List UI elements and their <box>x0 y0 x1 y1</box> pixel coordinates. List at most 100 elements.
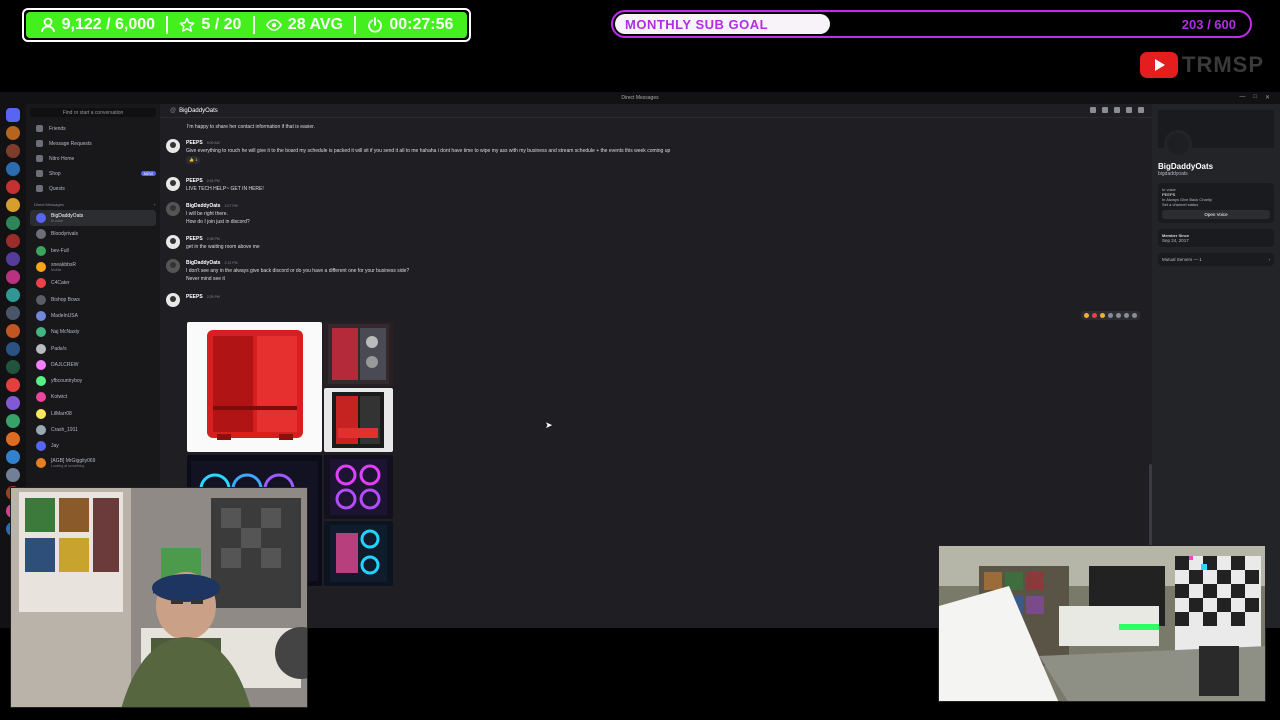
server-icon[interactable] <box>6 180 20 194</box>
avatar[interactable] <box>166 259 180 273</box>
dm-item[interactable]: C4Cater <box>30 275 156 291</box>
server-icon[interactable] <box>6 396 20 410</box>
dm-name: C4Cater <box>51 280 70 287</box>
dm-item[interactable]: Pada!s <box>30 340 156 356</box>
room-webcam <box>938 545 1266 702</box>
server-icon[interactable] <box>6 342 20 356</box>
dm-item[interactable]: yfbcountryboy <box>30 373 156 389</box>
profile-avatar[interactable] <box>1164 130 1192 158</box>
message-text: get in the waiting room above me <box>186 244 260 250</box>
server-icon[interactable] <box>6 162 20 176</box>
attachment-image[interactable] <box>324 521 393 586</box>
call-icon[interactable] <box>1090 107 1096 113</box>
attachment-image[interactable] <box>324 455 393 519</box>
open-voice-button[interactable]: Open Voice <box>1162 210 1270 219</box>
nav-message-requests[interactable]: Message Requests <box>30 136 156 151</box>
server-icon[interactable] <box>6 378 20 392</box>
thumbs-up-reaction-icon[interactable] <box>1084 313 1089 318</box>
dm-item[interactable]: BigDaddyOats In voice <box>30 210 156 227</box>
avatar[interactable] <box>166 177 180 191</box>
server-icon[interactable] <box>6 144 20 158</box>
message-author[interactable]: BigDaddyOats <box>186 203 220 209</box>
server-icon[interactable] <box>6 234 20 248</box>
dm-status: Mobile <box>51 268 62 273</box>
server-icon[interactable] <box>6 216 20 230</box>
message-author[interactable]: PEEPS <box>186 178 203 184</box>
uptime-stat: 00:27:56 <box>367 16 453 34</box>
followers-stat: 9,122 / 6,000 <box>40 16 155 34</box>
attachment-image[interactable] <box>324 388 393 452</box>
avatar <box>36 229 46 240</box>
uptime-value: 00:27:56 <box>389 16 454 33</box>
more-icon[interactable] <box>1132 313 1137 318</box>
close-icon[interactable]: ✕ <box>1265 94 1270 101</box>
server-icon[interactable] <box>6 450 20 464</box>
avatar[interactable] <box>166 202 180 216</box>
edit-icon[interactable] <box>1116 313 1121 318</box>
server-icon[interactable] <box>6 324 20 338</box>
server-icon[interactable] <box>6 252 20 266</box>
add-dm-icon[interactable]: + <box>154 202 156 207</box>
chat-message: PEEPS 9:09 AM Give everything to rouch he… <box>166 139 670 164</box>
dm-item[interactable]: Kotwict <box>30 389 156 405</box>
avatar <box>36 392 46 403</box>
video-icon[interactable] <box>1102 107 1108 113</box>
server-icon[interactable] <box>6 288 20 302</box>
dm-name-wrapper: DAJLCREW <box>51 362 79 368</box>
minimize-icon[interactable]: — <box>1239 94 1245 101</box>
mutual-servers-row[interactable]: Mutual Servers — 1 › <box>1158 253 1274 266</box>
voice-activity-card: In voice PEEPS In Always Give Back Chari… <box>1158 183 1274 223</box>
server-icon[interactable] <box>6 270 20 284</box>
dm-name-wrapper: yfbcountryboy <box>51 378 82 384</box>
avatar <box>36 441 46 452</box>
laugh-reaction-icon[interactable] <box>1100 313 1105 318</box>
attachment-image[interactable] <box>324 322 393 386</box>
dm-item[interactable]: Crash_1911 <box>30 422 156 438</box>
nav-shop[interactable]: Shop NEW <box>30 166 156 181</box>
dm-item[interactable]: bev-Full <box>30 243 156 259</box>
profile-toggle-icon[interactable] <box>1138 107 1144 113</box>
nav-nitro-home[interactable]: Nitro Home <box>30 151 156 166</box>
stat-divider <box>252 16 255 34</box>
dm-item[interactable]: MadeInUSA <box>30 308 156 324</box>
nav-quests[interactable]: Quests <box>30 181 156 196</box>
server-icon[interactable] <box>6 468 20 482</box>
dm-item[interactable]: Bishop Bows <box>30 291 156 307</box>
dm-search-input[interactable]: Find or start a conversation <box>30 108 156 117</box>
dm-item[interactable]: Naj McNasty <box>30 324 156 340</box>
dm-item[interactable]: sneakbbsR Mobile <box>30 259 156 275</box>
server-icon[interactable] <box>6 432 20 446</box>
dm-item[interactable]: Bloodyrivals <box>30 226 156 242</box>
dm-item[interactable]: Jay <box>30 438 156 454</box>
pin-icon[interactable] <box>1114 107 1120 113</box>
server-icon[interactable] <box>6 360 20 374</box>
reaction-thumbs-up[interactable]: 👍 1 <box>186 156 201 164</box>
add-reaction-icon[interactable] <box>1108 313 1113 318</box>
stat-divider <box>166 16 169 34</box>
server-icon[interactable] <box>6 126 20 140</box>
dm-item[interactable]: DAJLCREW <box>30 357 156 373</box>
reply-icon[interactable] <box>1124 313 1129 318</box>
heart-reaction-icon[interactable] <box>1092 313 1097 318</box>
avatar[interactable] <box>166 235 180 249</box>
dm-item[interactable]: [AGB] MrGiggity069 Looking at something <box>30 454 156 470</box>
avatar[interactable] <box>166 293 180 307</box>
message-author[interactable]: BigDaddyOats <box>186 260 220 266</box>
viewers-stat: 28 AVG <box>265 16 343 34</box>
server-icon[interactable] <box>6 198 20 212</box>
attachment-image[interactable] <box>187 322 322 452</box>
dm-item[interactable]: LilMarr08 <box>30 406 156 422</box>
dm-name: Kotwict <box>51 394 68 401</box>
nav-friends[interactable]: Friends <box>30 121 156 136</box>
discord-home-icon[interactable] <box>6 108 20 122</box>
dm-name: Bloodyrivals <box>51 231 78 238</box>
message-text: Never mind see it <box>186 276 225 282</box>
message-author[interactable]: PEEPS <box>186 294 203 300</box>
message-author[interactable]: PEEPS <box>186 140 203 146</box>
server-icon[interactable] <box>6 414 20 428</box>
server-icon[interactable] <box>6 306 20 320</box>
message-author[interactable]: PEEPS <box>186 236 203 242</box>
avatar[interactable] <box>166 139 180 153</box>
add-friend-icon[interactable] <box>1126 107 1132 113</box>
maximize-icon[interactable]: □ <box>1253 94 1257 101</box>
